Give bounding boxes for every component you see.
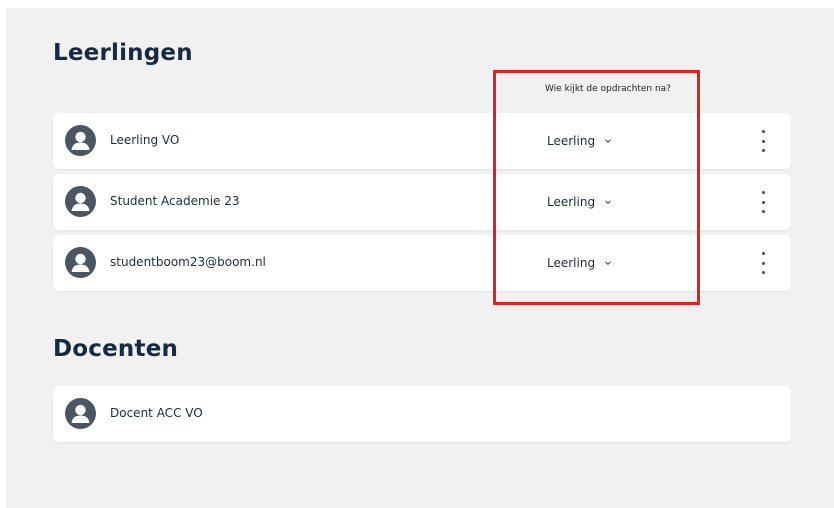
teacher-name: Docent ACC VO bbox=[110, 406, 203, 420]
teachers-section-title: Docenten bbox=[53, 336, 179, 362]
annotation-highlight-box bbox=[493, 70, 700, 305]
user-avatar-icon bbox=[65, 125, 96, 156]
user-avatar-icon bbox=[65, 398, 96, 429]
students-section-title: Leerlingen bbox=[53, 40, 193, 66]
student-name: studentboom23@boom.nl bbox=[110, 255, 266, 269]
kebab-menu-icon[interactable] bbox=[753, 130, 773, 152]
kebab-menu-icon[interactable] bbox=[753, 252, 773, 274]
user-avatar-icon bbox=[65, 247, 96, 278]
teacher-row: Docent ACC VO bbox=[53, 386, 791, 442]
kebab-menu-icon[interactable] bbox=[753, 191, 773, 213]
user-avatar-icon bbox=[65, 186, 96, 217]
student-name: Student Academie 23 bbox=[110, 194, 240, 208]
student-name: Leerling VO bbox=[110, 133, 180, 147]
